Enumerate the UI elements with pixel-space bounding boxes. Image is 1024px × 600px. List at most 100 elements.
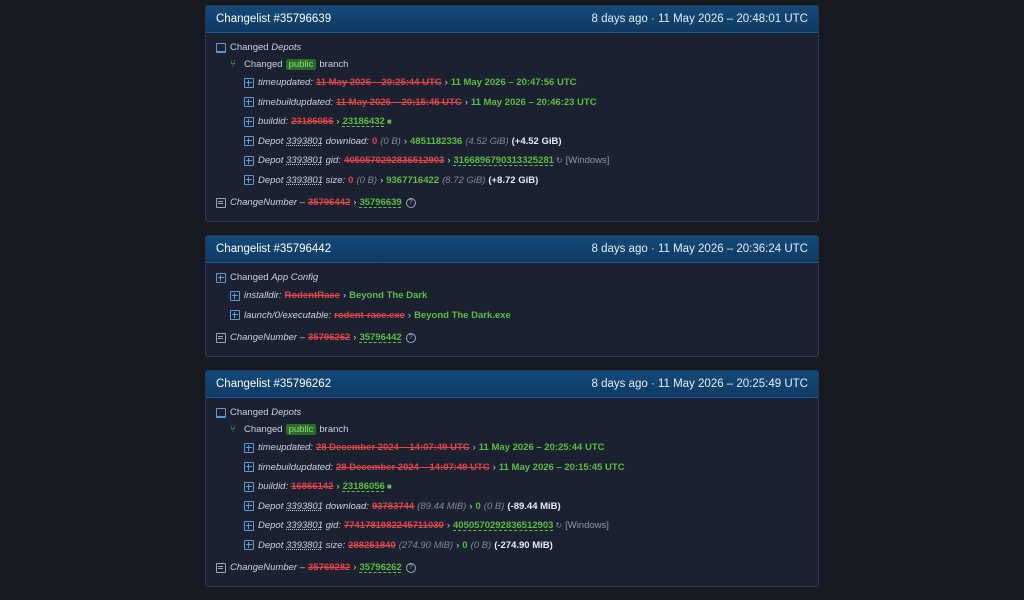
arrow-separator: ›	[444, 77, 448, 89]
row-key: timeupdated:	[258, 77, 313, 89]
plus-icon	[244, 97, 254, 108]
row-key: Depot 3393801 download:	[258, 136, 369, 147]
plus-icon	[230, 290, 240, 301]
changelist-link[interactable]: Changelist #35796442	[216, 243, 331, 255]
old-value: 4050570292836512903	[343, 155, 445, 167]
arrow-separator: ›	[342, 290, 347, 302]
new-change-number-link[interactable]: 35796639	[359, 197, 401, 208]
changelist-card: Changelist #35796639 8 days ago · 11 May …	[205, 5, 819, 222]
depot-label: Depot	[258, 155, 284, 167]
section-prefix: Changed	[230, 42, 269, 53]
plus-icon	[230, 310, 240, 321]
depot-id-link[interactable]: 3393801	[286, 540, 323, 551]
new-change-number-link[interactable]: 35796442	[359, 332, 401, 343]
changed-section: Changed Depots	[216, 404, 808, 421]
arrow-separator: ›	[353, 562, 357, 573]
changelist-feed: Changelist #35796639 8 days ago · 11 May …	[205, 5, 819, 600]
new-value[interactable]: 23186056	[343, 481, 385, 492]
change-row: Depot 3393801 gid: 7741781982245711030 › 40…	[216, 516, 808, 536]
change-row: Depot 3393801 download: 93783744 (89.44 Mi…	[216, 497, 808, 517]
branch-badge[interactable]: public	[285, 59, 317, 70]
new-value: 11 May 2026 – 20:46:23 UTC	[470, 96, 597, 108]
depot-icon	[216, 407, 226, 418]
plus-icon	[244, 175, 254, 186]
changelist-date: 8 days ago · 11 May 2026 – 20:36:24 UTC	[591, 243, 808, 255]
new-value: 11 May 2026 – 20:25:44 UTC	[478, 442, 605, 454]
section-type: App Config	[271, 272, 319, 283]
section-type: Depots	[271, 42, 302, 53]
section-prefix: Changed	[230, 407, 269, 418]
arrow-separator: ›	[456, 539, 460, 551]
plus-icon	[244, 116, 254, 127]
new-value: 0	[475, 500, 481, 512]
help-icon[interactable]: ?	[405, 562, 416, 573]
new-change-number-link[interactable]: 35796262	[359, 562, 401, 573]
new-size: (4.52 GiB)	[465, 135, 509, 147]
arrow-separator: ›	[336, 116, 340, 128]
change-number-row: ChangeNumber –35769282 › 35796262?	[216, 555, 808, 580]
old-value: 23186056	[291, 116, 334, 128]
old-value: 7741781982245711030	[343, 520, 444, 532]
new-value: 11 May 2026 – 20:47:56 UTC	[450, 77, 577, 89]
old-change-number: 35796442	[308, 197, 351, 208]
history-icon[interactable]: ↻	[556, 156, 563, 165]
branch-badge[interactable]: public	[285, 424, 317, 435]
new-value[interactable]: 4050570292836512903	[453, 520, 553, 531]
row-key: timeupdated:	[258, 442, 313, 454]
document-icon	[216, 332, 226, 343]
row-key: Depot 3393801 gid:	[258, 155, 341, 166]
plus-icon	[244, 155, 254, 166]
arrow-separator: ›	[336, 481, 340, 493]
depot-field: size:	[325, 174, 346, 186]
size-delta: (-89.44 MiB)	[507, 500, 561, 512]
changelist-body: Changed Depots ⑂ Changed public branch timeup…	[206, 33, 818, 221]
change-row: Depot 3393801 gid: 4050570292836512903 › 31…	[216, 151, 808, 171]
plus-icon	[244, 540, 254, 551]
changelist-header: Changelist #35796442 8 days ago · 11 May …	[206, 236, 818, 263]
new-value[interactable]: 3166896790313325281	[454, 155, 554, 166]
depot-field: download:	[325, 500, 369, 512]
changelist-link[interactable]: Changelist #35796262	[216, 378, 331, 390]
section-type: Depots	[271, 407, 302, 418]
history-icon[interactable]: ↻	[555, 521, 562, 530]
old-value: 11 May 2026 – 20:25:44 UTC	[315, 77, 442, 89]
old-size: (89.44 MiB)	[417, 500, 467, 512]
depot-id-link[interactable]: 3393801	[286, 175, 323, 186]
old-value: 28 December 2024 – 14:07:49 UTC	[315, 442, 470, 454]
depot-field: download:	[325, 135, 369, 147]
depot-id-link[interactable]: 3393801	[286, 136, 323, 147]
depot-label: Depot	[258, 500, 284, 512]
size-delta: (+4.52 GiB)	[511, 135, 562, 147]
changelist-link[interactable]: Changelist #35796639	[216, 13, 331, 25]
new-value[interactable]: 23186432	[343, 116, 385, 127]
help-icon[interactable]: ?	[405, 197, 416, 208]
change-row: Depot 3393801 size: 0 (0 B) › 9367716422 (8.7…	[216, 171, 808, 191]
depot-id-link[interactable]: 3393801	[286, 501, 323, 512]
depot-label: Depot	[258, 520, 284, 532]
depot-field: gid:	[325, 155, 341, 167]
depot-label: Depot	[258, 174, 284, 186]
depot-id-link[interactable]: 3393801	[286, 520, 323, 531]
changelist-date: 8 days ago · 11 May 2026 – 20:25:49 UTC	[591, 378, 808, 390]
help-icon[interactable]: ?	[405, 332, 416, 343]
old-change-number: 35796262	[308, 332, 351, 343]
arrow-separator: ›	[469, 500, 473, 512]
change-number-key: ChangeNumber –	[230, 332, 305, 343]
size-delta: (-274.90 MiB)	[494, 539, 553, 551]
depot-label: Depot	[258, 135, 284, 147]
plus-icon	[244, 481, 254, 492]
changelist-card: Changelist #35796262 8 days ago · 11 May …	[205, 370, 819, 587]
depot-id-link[interactable]: 3393801	[286, 155, 323, 166]
change-number-key: ChangeNumber –	[230, 197, 305, 208]
change-number-key: ChangeNumber –	[230, 562, 305, 573]
old-size: (274.90 MiB)	[398, 539, 454, 551]
arrow-separator: ›	[492, 461, 496, 473]
branch-prefix: Changed	[244, 424, 283, 435]
change-row: buildid: 23186056 › 23186432 ■	[216, 112, 808, 132]
depot-field: gid:	[325, 520, 341, 532]
branch-suffix: branch	[319, 59, 349, 70]
arrow-separator: ›	[472, 442, 476, 454]
branch-prefix: Changed	[244, 59, 283, 70]
new-value: Beyond The Dark.exe	[414, 309, 511, 321]
new-value: 4851182336	[410, 135, 463, 147]
